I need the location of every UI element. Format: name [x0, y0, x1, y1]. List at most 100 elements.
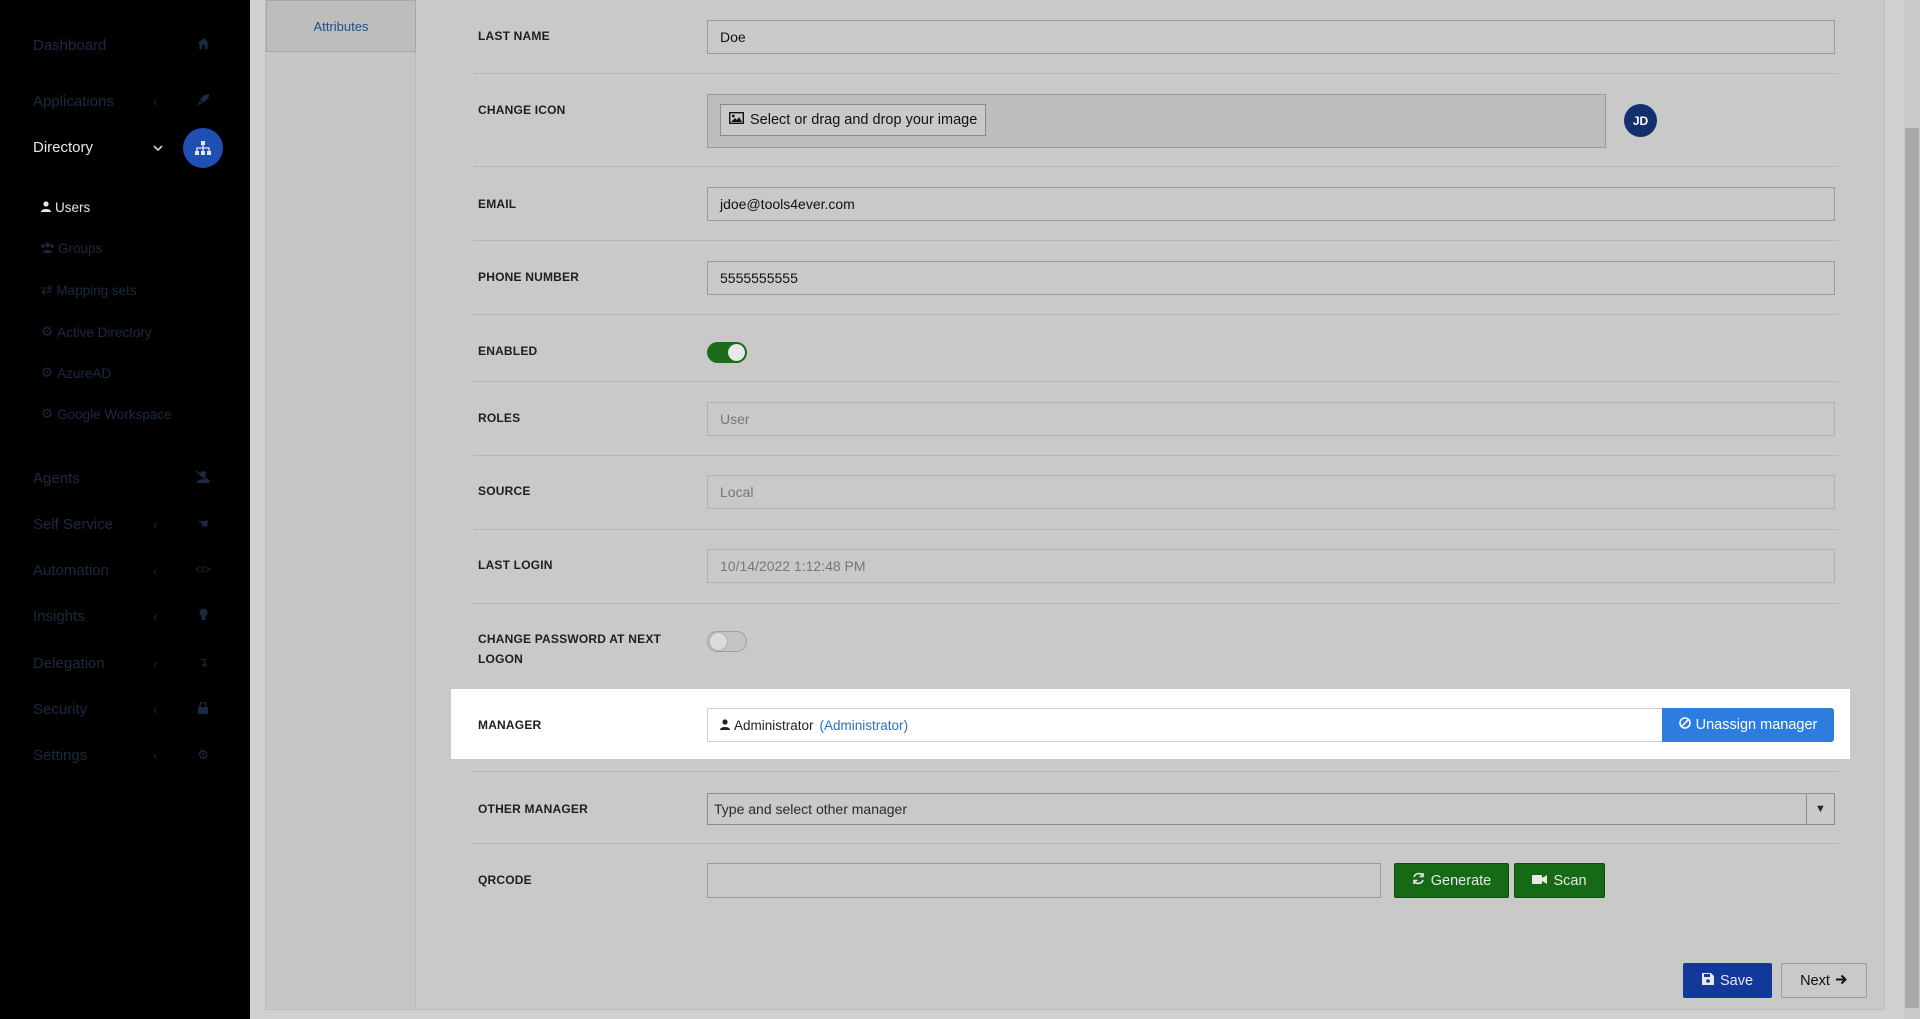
qrcode-field[interactable] — [707, 863, 1381, 898]
sidebar-subitem-label: AzureAD — [57, 365, 112, 381]
email-field[interactable]: jdoe@tools4ever.com — [707, 187, 1835, 221]
cog-icon: ⚙ — [41, 406, 54, 421]
row-divider — [473, 455, 1838, 456]
source-field: Local — [707, 475, 1835, 509]
other-manager-select[interactable]: Type and select other manager ▼ — [707, 793, 1835, 825]
sidebar-subitem-groups[interactable]: Groups — [41, 241, 102, 256]
enabled-label: ENABLED — [478, 344, 538, 358]
rocket-icon — [193, 93, 213, 109]
sidebar-item-security[interactable]: Security ‹ — [33, 694, 223, 724]
select-image-label: Select or drag and drop your image — [750, 112, 978, 128]
manager-name: Administrator — [734, 717, 814, 733]
image-dropzone[interactable]: Select or drag and drop your image — [707, 94, 1606, 148]
phone-label: PHONE NUMBER — [478, 270, 580, 284]
other-manager-placeholder: Type and select other manager — [714, 801, 908, 817]
roles-label: ROLES — [478, 411, 521, 425]
change-icon-label: CHANGE ICON — [478, 103, 566, 117]
source-label: SOURCE — [478, 484, 531, 498]
unassign-manager-label: Unassign manager — [1695, 717, 1818, 733]
manager-label: MANAGER — [478, 718, 542, 732]
chevron-left-icon: ‹ — [153, 93, 158, 109]
cog-icon: ⚙ — [41, 365, 54, 380]
sidebar-subitem-users[interactable]: Users — [41, 200, 90, 215]
phone-field[interactable]: 5555555555 — [707, 261, 1835, 295]
gear-icon: ⚙ — [197, 747, 209, 762]
manager-field: Administrator (Administrator) — [707, 708, 1663, 742]
lock-icon — [193, 700, 213, 717]
sitemap-icon — [183, 128, 223, 168]
email-label: EMAIL — [478, 197, 517, 211]
chevron-left-icon: ‹ — [153, 608, 158, 624]
sidebar-subitem-label: Users — [55, 200, 91, 215]
other-manager-label: OTHER MANAGER — [478, 802, 588, 816]
sidebar-item-automation[interactable]: Automation ‹ </> — [33, 555, 223, 585]
select-image-button[interactable]: Select or drag and drop your image — [720, 104, 987, 136]
sidebar-subitem-active-directory[interactable]: ⚙ Active Directory — [41, 324, 152, 340]
last-name-label: LAST NAME — [478, 29, 550, 43]
row-divider — [473, 381, 1838, 382]
refresh-icon — [1412, 872, 1425, 889]
sidebar-item-insights[interactable]: Insights ‹ — [33, 601, 223, 631]
sidebar-item-self-service[interactable]: Self Service ‹ ☚ — [33, 509, 223, 539]
user-icon — [720, 718, 730, 733]
row-divider — [473, 603, 1838, 604]
ban-icon — [1678, 717, 1691, 733]
toggle-knob — [710, 633, 727, 650]
floppy-disk-icon — [1701, 972, 1714, 989]
row-divider — [473, 771, 1838, 772]
users-slash-icon — [193, 470, 213, 486]
chevron-left-icon: ‹ — [153, 655, 158, 671]
toggle-knob — [728, 344, 745, 361]
sidebar-subitem-label: Active Directory — [57, 324, 152, 340]
manager-paren-close: ) — [903, 717, 909, 733]
scrollbar-thumb[interactable] — [1905, 128, 1919, 1008]
last-name-field[interactable]: Doe — [707, 20, 1835, 54]
save-button[interactable]: Save — [1683, 963, 1772, 998]
sidebar-item-dashboard[interactable]: Dashboard — [33, 30, 223, 60]
next-label: Next — [1800, 972, 1830, 989]
home-icon — [193, 37, 213, 53]
avatar: JD — [1624, 104, 1657, 137]
save-label: Save — [1719, 972, 1754, 989]
next-button[interactable]: Next — [1781, 963, 1867, 998]
image-icon — [728, 111, 745, 128]
row-divider — [473, 529, 1838, 530]
chevron-left-icon: ‹ — [153, 701, 158, 717]
lightbulb-icon — [193, 608, 213, 624]
caret-down-icon[interactable]: ▼ — [1806, 794, 1834, 824]
unassign-manager-button[interactable]: Unassign manager — [1662, 708, 1834, 742]
generate-button[interactable]: Generate — [1394, 863, 1509, 898]
qrcode-label: QRCODE — [478, 873, 532, 887]
last-login-label: LAST LOGIN — [478, 558, 553, 572]
code-icon: </> — [195, 564, 211, 576]
user-icon — [41, 200, 51, 215]
sidebar-subitem-label: Google Workspace — [57, 406, 172, 422]
hand-icon: ☚ — [197, 516, 209, 531]
change-password-toggle[interactable] — [707, 631, 747, 652]
sidebar-subitem-google-workspace[interactable]: ⚙ Google Workspace — [41, 406, 172, 422]
users-icon — [41, 241, 54, 256]
enabled-toggle[interactable] — [707, 342, 747, 363]
change-password-label: CHANGE PASSWORD AT NEXT LOGON — [478, 629, 661, 669]
sidebar: Dashboard Applications ‹ Directory Users… — [0, 0, 250, 1019]
last-login-field: 10/14/2022 1:12:48 PM — [707, 549, 1835, 583]
level-down-icon: ↴ — [197, 655, 209, 670]
sidebar-subitem-azuread[interactable]: ⚙ AzureAD — [41, 365, 111, 381]
roles-field: User — [707, 402, 1835, 436]
row-divider — [473, 843, 1838, 844]
sidebar-item-settings[interactable]: Settings ‹ ⚙ — [33, 740, 223, 770]
change-password-label-line: LOGON — [478, 652, 523, 666]
sidebar-item-agents[interactable]: Agents — [33, 463, 223, 493]
scan-button[interactable]: Scan — [1514, 863, 1605, 898]
manager-link[interactable]: Administrator — [824, 718, 904, 733]
sidebar-item-applications[interactable]: Applications ‹ — [33, 86, 223, 116]
video-camera-icon — [1532, 873, 1548, 889]
sidebar-item-delegation[interactable]: Delegation ‹ ↴ — [33, 648, 223, 678]
row-divider — [473, 314, 1838, 315]
row-divider — [473, 73, 1838, 74]
tab-attributes[interactable]: Attributes — [266, 0, 416, 52]
arrow-right-icon — [1835, 973, 1848, 989]
cog-icon: ⚙ — [41, 324, 54, 339]
chevron-left-icon: ‹ — [153, 516, 158, 532]
sidebar-subitem-mapping-sets[interactable]: ⇄ Mapping sets — [41, 282, 137, 298]
